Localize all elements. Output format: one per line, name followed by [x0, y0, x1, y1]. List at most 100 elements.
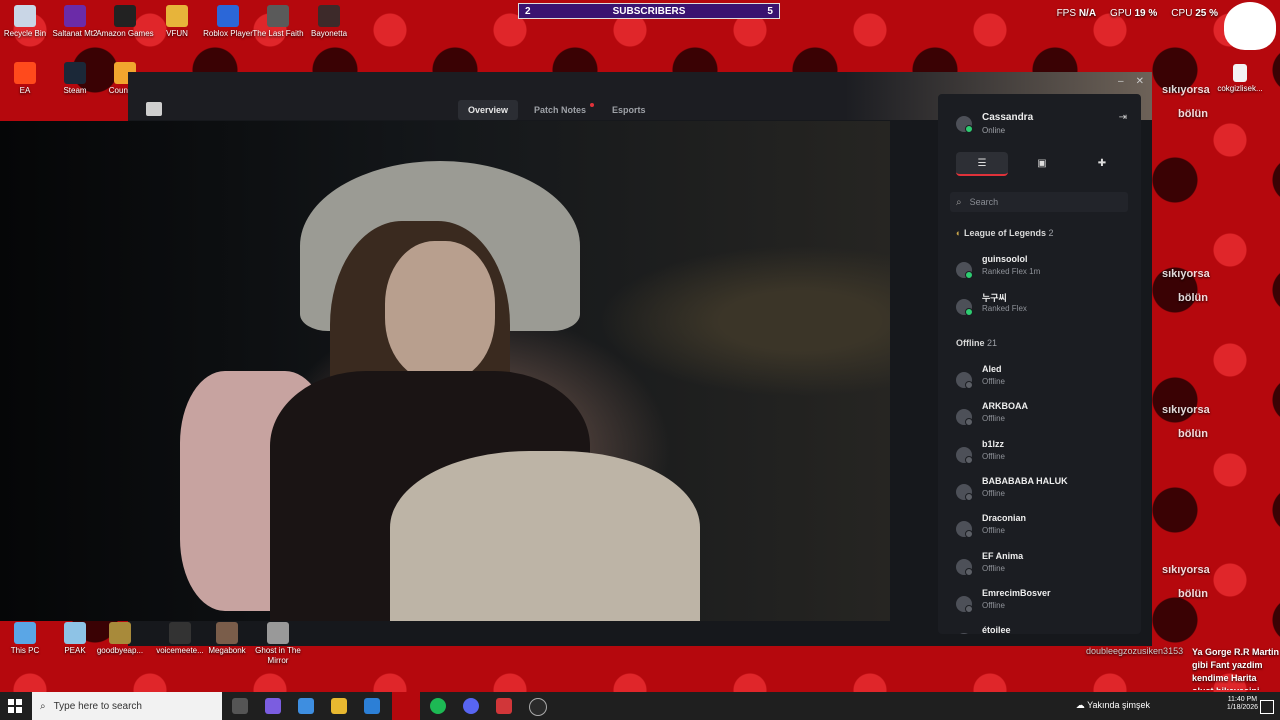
copilot-icon[interactable]	[265, 698, 281, 714]
app-icon	[217, 5, 239, 27]
discord-icon[interactable]	[463, 698, 479, 714]
friend-list-item[interactable]: EmrecimBosver Offline	[956, 588, 1126, 618]
taskbar: ⌕ Type here to search ☁ Yakında şimşek 1…	[0, 692, 1280, 720]
fps-value: N/A	[1078, 8, 1097, 19]
gpu-value: 19 %	[1134, 8, 1158, 19]
file-explorer-icon[interactable]	[331, 698, 347, 714]
client-tabs: Overview Patch Notes Esports	[458, 100, 656, 120]
tab-label: Esports	[612, 105, 646, 115]
gpu-label: GPU	[1110, 8, 1132, 19]
friend-list-item[interactable]: ARKBOAA Offline	[956, 401, 1126, 431]
desktop-icon[interactable]: Ghost in The Mirror	[246, 622, 310, 666]
avatar	[956, 409, 973, 427]
tab-patch-notes[interactable]: Patch Notes	[524, 100, 596, 120]
collapse-panel-icon[interactable]: ⇥	[1119, 112, 1127, 123]
window-controls: – ✕	[1118, 76, 1144, 87]
friend-name: Draconian	[982, 513, 1027, 524]
status-dot-icon	[965, 381, 973, 389]
friends-panel: Cassandra Online ⇥ ☰ ▣ ✚ ⌕ ◐ League of L…	[938, 94, 1141, 634]
wallpaper-text: sıkıyorsa	[1162, 404, 1210, 416]
friends-search[interactable]: ⌕	[950, 192, 1128, 212]
meme-face-icon	[1224, 2, 1276, 50]
taskbar-search-placeholder: Type here to search	[53, 700, 142, 712]
friend-list-item[interactable]: BABABABA HALUK Offline	[956, 476, 1126, 506]
desktop-icon[interactable]: Bayonetta	[297, 5, 361, 39]
avatar	[956, 633, 972, 634]
status-dot-icon	[965, 125, 973, 133]
desktop-icon-label: cokgizlisek...	[1217, 84, 1263, 93]
search-input[interactable]	[967, 196, 1112, 208]
desktop-icon[interactable]: cokgizlisek...	[1208, 64, 1272, 94]
minimize-button[interactable]: –	[1118, 76, 1124, 87]
wallpaper-text: bölün	[1178, 292, 1208, 304]
desktop-icon[interactable]: goodbyeap...	[88, 622, 152, 656]
app-icon	[114, 5, 136, 27]
task-view-icon[interactable]	[232, 698, 248, 714]
group-count: 2	[1048, 228, 1054, 238]
status-dot-icon	[965, 604, 973, 613]
notification-icon[interactable]	[1260, 700, 1274, 714]
obs-icon[interactable]	[529, 698, 547, 716]
riot-logo-icon[interactable]	[146, 102, 162, 116]
weather-tray[interactable]: ☁ Yakında şimşek	[1076, 700, 1150, 711]
friend-list-item[interactable]: Aled Offline	[956, 364, 1126, 394]
status-dot-icon	[965, 530, 973, 539]
friend-list-item[interactable]: 누구씨 Ranked Flex	[956, 291, 1126, 321]
app-icon	[64, 622, 86, 644]
riot-client-icon[interactable]	[496, 698, 512, 714]
friend-list-item[interactable]: Draconian Offline	[956, 513, 1126, 543]
messages-tab[interactable]: ▣	[1016, 152, 1068, 174]
sub-right-count: 5	[767, 5, 773, 17]
friend-status: Ranked Flex	[982, 304, 1027, 313]
user-status: Online	[982, 126, 1006, 135]
group-header-lol[interactable]: ◐ League of Legends 2	[956, 228, 1054, 238]
cpu-label: CPU	[1171, 8, 1193, 19]
app-icon	[14, 5, 36, 27]
friend-list-item[interactable]: b1lzz Offline	[956, 439, 1126, 469]
friend-name: EmrecimBosver	[982, 587, 1051, 598]
taskbar-search[interactable]: ⌕ Type here to search	[32, 692, 222, 720]
panel-tabs: ☰ ▣ ✚	[956, 152, 1128, 176]
friend-status: Offline	[982, 414, 1005, 424]
app-icon[interactable]	[392, 692, 420, 720]
group-count: 21	[987, 338, 998, 348]
wallpaper-text: bölün	[1178, 108, 1208, 120]
wallpaper-text: sıkıyorsa	[1162, 268, 1210, 280]
chat-icon: ▣	[1037, 157, 1047, 169]
notification-dot-icon	[590, 103, 595, 107]
cpu-value: 25 %	[1195, 8, 1218, 19]
add-friend-icon: ✚	[1097, 157, 1107, 169]
avatar	[956, 116, 973, 133]
file-icon	[1233, 64, 1247, 82]
chat-username: doubleegzozusiken3153	[1086, 646, 1184, 656]
tab-label: Overview	[468, 105, 509, 115]
spotify-icon[interactable]	[430, 698, 446, 714]
store-icon[interactable]	[298, 698, 314, 714]
friend-list-item[interactable]: EF Anima Offline	[956, 551, 1126, 581]
friend-name: EF Anima	[982, 550, 1024, 561]
wallpaper-text: sıkıyorsa	[1162, 564, 1210, 576]
friends-list-tab[interactable]: ☰	[956, 152, 1008, 176]
weather-text: Yakında şimşek	[1087, 700, 1150, 710]
friend-list-item[interactable]: guinsoolol Ranked Flex 1m	[956, 254, 1126, 284]
tab-esports[interactable]: Esports	[602, 100, 656, 120]
app-icon	[166, 5, 188, 27]
mail-icon[interactable]	[364, 698, 380, 714]
app-icon	[14, 622, 36, 644]
windows-start-icon[interactable]	[8, 699, 22, 713]
sub-left-count: 2	[525, 5, 531, 17]
app-icon	[267, 5, 289, 27]
subscriber-goal-bar: 2 SUBSCRIBERS 5	[518, 3, 780, 19]
friend-status: Offline	[982, 563, 1005, 573]
add-friend-tab[interactable]: ✚	[1076, 152, 1128, 174]
tab-overview[interactable]: Overview	[458, 100, 519, 120]
system-clock[interactable]: 11:40 PM 1/18/2026	[1227, 696, 1258, 712]
search-icon: ⌕	[40, 700, 46, 712]
friend-list-item[interactable]: étoilee	[956, 625, 1126, 634]
webcam-feed	[0, 121, 890, 621]
friend-status: Offline	[982, 488, 1005, 498]
avatar	[956, 372, 973, 389]
group-header-offline[interactable]: Offline 21	[956, 338, 997, 348]
close-button[interactable]: ✕	[1136, 76, 1144, 87]
avatar	[956, 299, 973, 316]
